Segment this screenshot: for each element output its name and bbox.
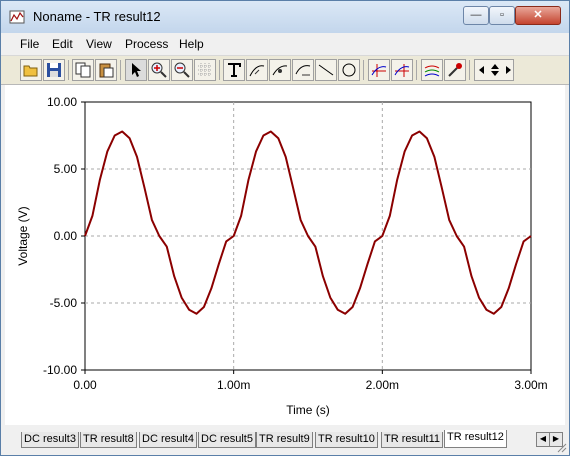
y-tick-label: 10.00 [47, 95, 77, 109]
y-tick-label: 5.00 [54, 162, 78, 176]
menu-view[interactable]: View [86, 37, 112, 51]
x-tick-label: 2.00m [366, 378, 399, 392]
y-tick-label: 0.00 [54, 229, 78, 243]
tab-dc-result3[interactable]: DC result3 [21, 432, 79, 448]
resize-grip-icon[interactable] [557, 443, 567, 453]
curves-icon[interactable] [421, 59, 443, 81]
tab-dc-result5[interactable]: DC result5 [198, 432, 256, 448]
cursor-a-icon[interactable] [368, 59, 390, 81]
y-tick-label: -10.00 [43, 363, 77, 377]
tab-prev-button[interactable]: ◀ [536, 432, 550, 447]
menu-help[interactable]: Help [179, 37, 204, 51]
menu-bar: File Edit View Process Help [1, 33, 569, 56]
line-icon[interactable] [315, 59, 337, 81]
plot-area[interactable]: 10.00 5.00 0.00 -5.00 -10.00 0.00 1.00m 2.00m 3.… [5, 85, 565, 425]
eyedropper-icon[interactable] [444, 59, 466, 81]
zoom-out-icon[interactable] [171, 59, 193, 81]
circle-icon[interactable] [338, 59, 360, 81]
menu-file[interactable]: File [20, 37, 39, 51]
tab-tr-result11[interactable]: TR result11 [381, 432, 444, 448]
close-button[interactable]: ✕ [515, 6, 561, 25]
x-tick-label: 1.00m [217, 378, 250, 392]
app-icon [9, 10, 25, 24]
x-tick-label: 0.00 [73, 378, 97, 392]
x-tick-label: 3.00m [514, 378, 547, 392]
zoom-in-icon[interactable] [148, 59, 170, 81]
text-icon[interactable] [223, 59, 245, 81]
y-axis-label: Voltage (V) [16, 206, 30, 265]
toolbar [1, 56, 569, 85]
copy-icon[interactable] [72, 59, 94, 81]
window-title: Noname - TR result12 [33, 9, 161, 24]
voltage-chart: 10.005.000.00-5.00-10.000.00 1.00m 2.00m 3.… [16, 95, 548, 417]
tab-tr-result10[interactable]: TR result10 [315, 432, 378, 448]
open-icon[interactable] [20, 59, 42, 81]
tab-tr-result8[interactable]: TR result8 [80, 432, 137, 448]
label-point-icon[interactable] [269, 59, 291, 81]
x-axis-label: Time (s) [286, 403, 330, 417]
save-icon[interactable] [43, 59, 65, 81]
pointer-icon[interactable] [125, 59, 147, 81]
label-area-icon[interactable] [292, 59, 314, 81]
minimize-button[interactable]: — [463, 6, 489, 25]
app-window: Noname - TR result12 — ▫ ✕ File Edit Vie… [0, 0, 570, 456]
menu-edit[interactable]: Edit [52, 37, 73, 51]
maximize-button[interactable]: ▫ [489, 6, 515, 25]
y-tick-label: -5.00 [50, 296, 78, 310]
tab-tr-result12[interactable]: TR result12 [444, 430, 507, 448]
grid-icon[interactable] [194, 59, 216, 81]
label-curve-icon[interactable] [246, 59, 268, 81]
paste-icon[interactable] [95, 59, 117, 81]
tab-dc-result4[interactable]: DC result4 [139, 432, 197, 448]
menu-process[interactable]: Process [125, 37, 168, 51]
tab-tr-result9[interactable]: TR result9 [256, 432, 313, 448]
scroll-arrows-icon[interactable] [474, 59, 514, 81]
title-bar[interactable]: Noname - TR result12 — ▫ ✕ [1, 1, 569, 33]
result-tab-bar: DC result3 TR result8 DC result4 DC result5… [1, 427, 569, 455]
cursor-b-icon[interactable] [391, 59, 413, 81]
